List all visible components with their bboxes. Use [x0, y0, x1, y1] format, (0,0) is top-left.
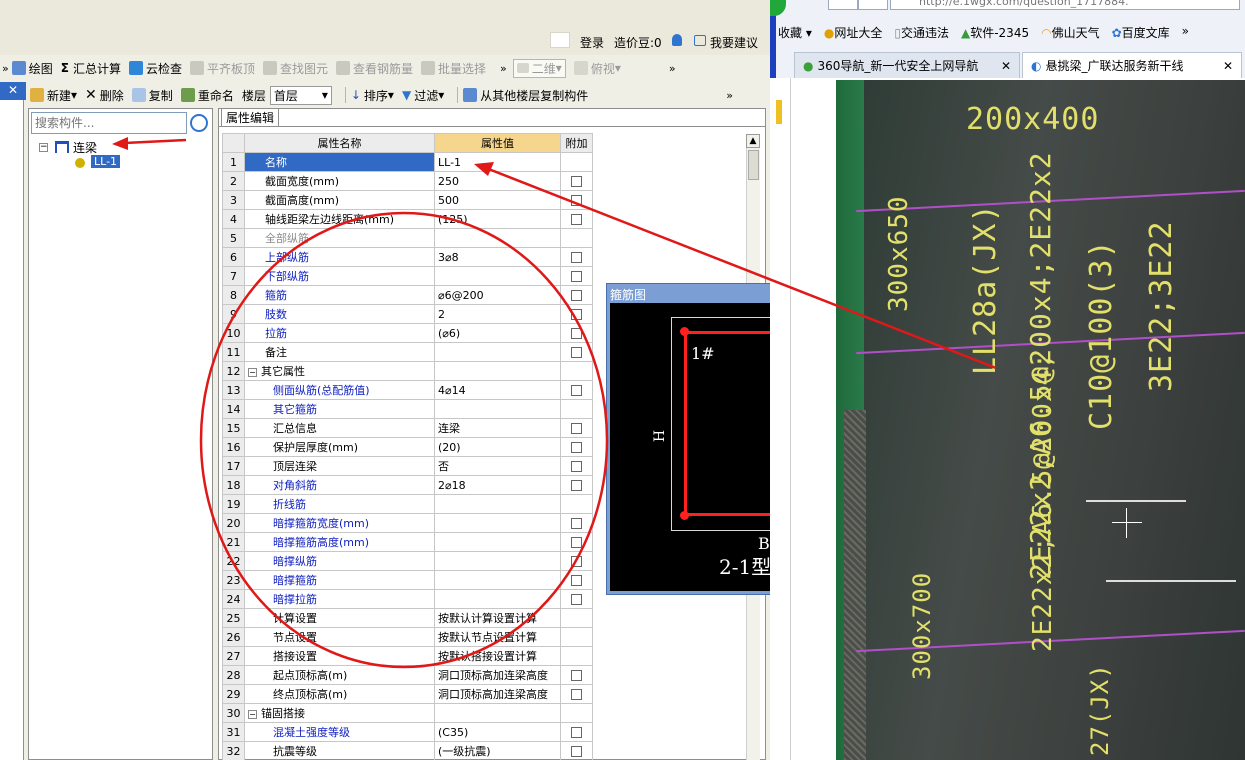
annotation-arrow-line-2: [123, 138, 187, 145]
annotation-arrowhead: [474, 162, 494, 176]
annotation-arrow-line: [485, 166, 997, 370]
annotation-ellipse: [199, 211, 609, 669]
annotation-overlay: [112, 137, 997, 669]
annotation-arrowhead-2: [112, 137, 128, 150]
